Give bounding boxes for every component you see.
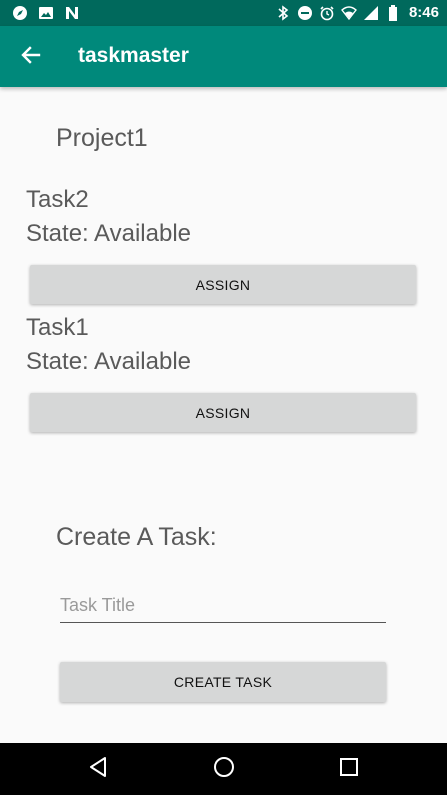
- alarm-icon: [319, 5, 335, 21]
- recents-square-icon: [339, 757, 359, 782]
- app-title: taskmaster: [78, 44, 189, 67]
- compass-icon: [12, 5, 28, 21]
- task-title-input[interactable]: [60, 590, 386, 623]
- n-logo-icon: [64, 5, 80, 21]
- task-title: Task1: [26, 314, 89, 341]
- assign-button[interactable]: ASSIGN: [30, 265, 416, 304]
- assign-button[interactable]: ASSIGN: [30, 393, 416, 432]
- image-icon: [38, 5, 54, 21]
- back-button[interactable]: [16, 42, 46, 72]
- signal-icon: [363, 5, 379, 21]
- create-task-heading: Create A Task:: [56, 523, 217, 551]
- home-circle-icon: [213, 756, 235, 783]
- task-title: Task2: [26, 186, 89, 213]
- status-bar-system: 8:46: [275, 4, 439, 21]
- screen: 8:46 taskmaster Project1 Task2 State: Av…: [0, 0, 447, 795]
- project-name: Project1: [56, 124, 148, 152]
- status-bar-notifications: [12, 5, 80, 21]
- task-state: State: Available: [26, 220, 192, 247]
- nav-home-button[interactable]: [211, 756, 237, 782]
- create-task-button[interactable]: CREATE TASK: [60, 662, 386, 702]
- navigation-bar: [0, 743, 447, 795]
- app-bar: taskmaster: [0, 26, 447, 87]
- task-state: State: Available: [26, 348, 192, 375]
- back-triangle-icon: [87, 756, 109, 783]
- arrow-back-icon: [21, 45, 41, 70]
- status-bar: 8:46: [0, 0, 447, 26]
- battery-icon: [385, 4, 401, 21]
- bluetooth-icon: [275, 4, 291, 21]
- do-not-disturb-icon: [297, 5, 313, 21]
- wifi-icon: [341, 5, 357, 21]
- status-time: 8:46: [408, 4, 439, 21]
- nav-back-button[interactable]: [85, 756, 111, 782]
- nav-recents-button[interactable]: [336, 756, 362, 782]
